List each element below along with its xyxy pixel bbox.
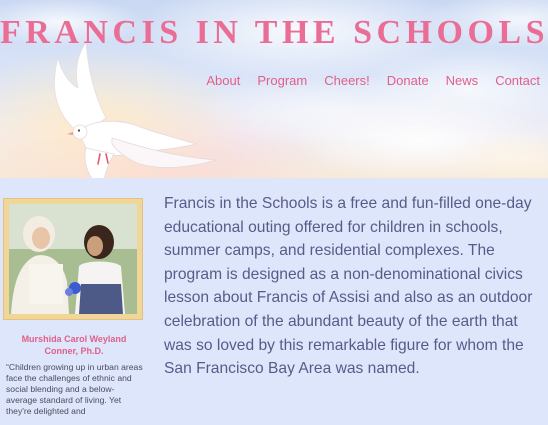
photo-illustration [9, 204, 137, 314]
nav-contact[interactable]: Contact [478, 73, 540, 88]
nav-about[interactable]: About [189, 73, 240, 88]
nav-cheers[interactable]: Cheers! [307, 73, 370, 88]
nav-donate[interactable]: Donate [370, 73, 429, 88]
sidebar-photo [9, 204, 137, 314]
intro-paragraph: Francis in the Schools is a free and fun… [164, 195, 533, 378]
main-nav: About Program Cheers! Donate News Contac… [189, 73, 540, 88]
photo-frame [4, 199, 142, 319]
sidebar-quote: “Children growing up in urban areas face… [6, 362, 143, 416]
hero-header: FRANCIS IN THE SCHOOLS About Program Che… [0, 0, 548, 178]
nav-news[interactable]: News [429, 73, 479, 88]
site-title[interactable]: FRANCIS IN THE SCHOOLS [0, 14, 548, 52]
dove-icon [54, 40, 217, 178]
nav-program[interactable]: Program [240, 73, 307, 88]
photo-caption-name: Murshida Carol Weyland Conner, Ph.D. [21, 334, 127, 356]
